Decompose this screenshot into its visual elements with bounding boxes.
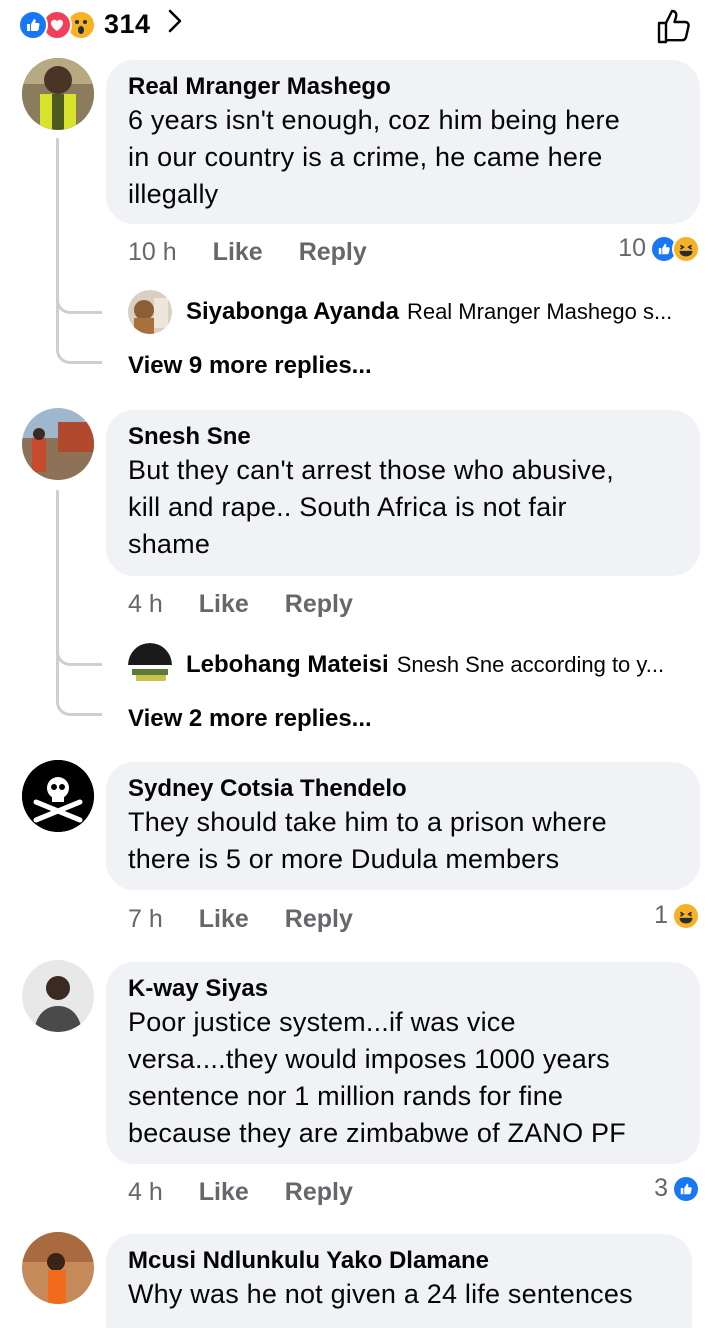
avatar[interactable] <box>22 1232 94 1304</box>
comment-author[interactable]: Sydney Cotsia Thendelo <box>128 774 678 804</box>
avatar[interactable] <box>128 290 172 334</box>
reactions-summary[interactable]: 314 <box>18 8 183 41</box>
reply-button[interactable]: Reply <box>299 238 367 267</box>
comment-time[interactable]: 10 h <box>128 238 177 267</box>
like-button[interactable]: Like <box>213 238 263 267</box>
view-more-replies[interactable]: View 2 more replies... <box>128 705 372 733</box>
like-icon <box>672 1174 700 1203</box>
like-button[interactable]: Like <box>199 905 249 934</box>
chevron-right-icon[interactable] <box>167 8 183 41</box>
reaction-count-number: 3 <box>654 1174 668 1202</box>
comment-actions: 4 h Like Reply <box>128 1178 353 1207</box>
haha-icon <box>672 234 700 263</box>
avatar[interactable] <box>128 643 172 687</box>
reply-text: Snesh Sne according to y... <box>396 652 665 677</box>
reaction-count[interactable]: 3 <box>654 1174 700 1203</box>
comment-text: 6 years isn't enough, coz him being here <box>128 105 620 135</box>
comment-text: versa....they would imposes 1000 years <box>128 1044 610 1074</box>
comment-author[interactable]: K-way Siyas <box>128 974 678 1004</box>
reaction-count-number: 10 <box>618 234 646 262</box>
reply-button[interactable]: Reply <box>285 590 353 619</box>
comment-bubble[interactable]: Sydney Cotsia Thendelo They should take … <box>106 762 700 890</box>
avatar[interactable] <box>22 760 94 832</box>
comment-actions: 7 h Like Reply <box>128 905 353 934</box>
comment-text: But they can't arrest those who abusive, <box>128 455 614 485</box>
comment-text: They should take him to a prison where <box>128 807 607 837</box>
comment-text: shame <box>128 529 211 559</box>
comment-text: there is 5 or more Dudula members <box>128 844 560 874</box>
comment-text: Why was he not given a 24 life sentences <box>128 1279 633 1309</box>
comment-text: sentence nor 1 million rands for fine <box>128 1081 564 1111</box>
haha-icon <box>672 901 700 930</box>
comment-time[interactable]: 7 h <box>128 905 163 934</box>
comment-actions: 4 h Like Reply <box>128 590 353 619</box>
reply-author[interactable]: Lebohang Mateisi <box>186 651 389 679</box>
comment-actions: 10 h Like Reply <box>128 238 367 267</box>
comment-author[interactable]: Snesh Sne <box>128 422 678 452</box>
reply-preview[interactable]: Lebohang Mateisi Snesh Sne according to … <box>128 643 664 687</box>
comment-text: because they are zimbabwe of ZANO PF <box>128 1118 626 1148</box>
reactions-summary-bar[interactable]: 314 <box>0 0 720 52</box>
like-button[interactable]: Like <box>199 1178 249 1207</box>
like-thumb-icon[interactable] <box>654 6 694 46</box>
avatar[interactable] <box>22 960 94 1032</box>
reaction-count[interactable]: 1 <box>654 901 700 930</box>
thread-connector <box>56 490 102 666</box>
comment-bubble[interactable]: Real Mranger Mashego 6 years isn't enoug… <box>106 60 700 224</box>
avatar[interactable] <box>22 408 94 480</box>
comment-bubble[interactable]: Snesh Sne But they can't arrest those wh… <box>106 410 700 576</box>
comment-author[interactable]: Mcusi Ndlunkulu Yako Dlamane <box>128 1246 670 1276</box>
reply-button[interactable]: Reply <box>285 905 353 934</box>
reply-preview[interactable]: Siyabonga Ayanda Real Mranger Mashego s.… <box>128 290 672 334</box>
comment-text: in our country is a crime, he came here <box>128 142 603 172</box>
comment-text: kill and rape.. South Africa is not fair <box>128 492 567 522</box>
comment-time[interactable]: 4 h <box>128 1178 163 1207</box>
reply-author[interactable]: Siyabonga Ayanda <box>186 298 399 326</box>
thread-connector <box>56 138 102 314</box>
reaction-count[interactable]: 10 <box>618 234 700 263</box>
reaction-total: 314 <box>104 9 151 39</box>
comment-bubble[interactable]: K-way Siyas Poor justice system...if was… <box>106 962 700 1164</box>
view-more-replies[interactable]: View 9 more replies... <box>128 352 372 380</box>
comment-text: Poor justice system...if was vice <box>128 1007 516 1037</box>
reply-text: Real Mranger Mashego s... <box>406 299 673 324</box>
reaction-count-number: 1 <box>654 901 668 929</box>
comment-author[interactable]: Real Mranger Mashego <box>128 72 678 102</box>
comment-text: illegally <box>128 179 219 209</box>
avatar[interactable] <box>22 58 94 130</box>
comment-time[interactable]: 4 h <box>128 590 163 619</box>
like-icon <box>18 9 48 40</box>
comment-bubble[interactable]: Mcusi Ndlunkulu Yako Dlamane Why was he … <box>106 1234 692 1328</box>
thread-connector <box>56 652 102 716</box>
reply-button[interactable]: Reply <box>285 1178 353 1207</box>
thread-connector <box>56 300 102 364</box>
like-button[interactable]: Like <box>199 590 249 619</box>
